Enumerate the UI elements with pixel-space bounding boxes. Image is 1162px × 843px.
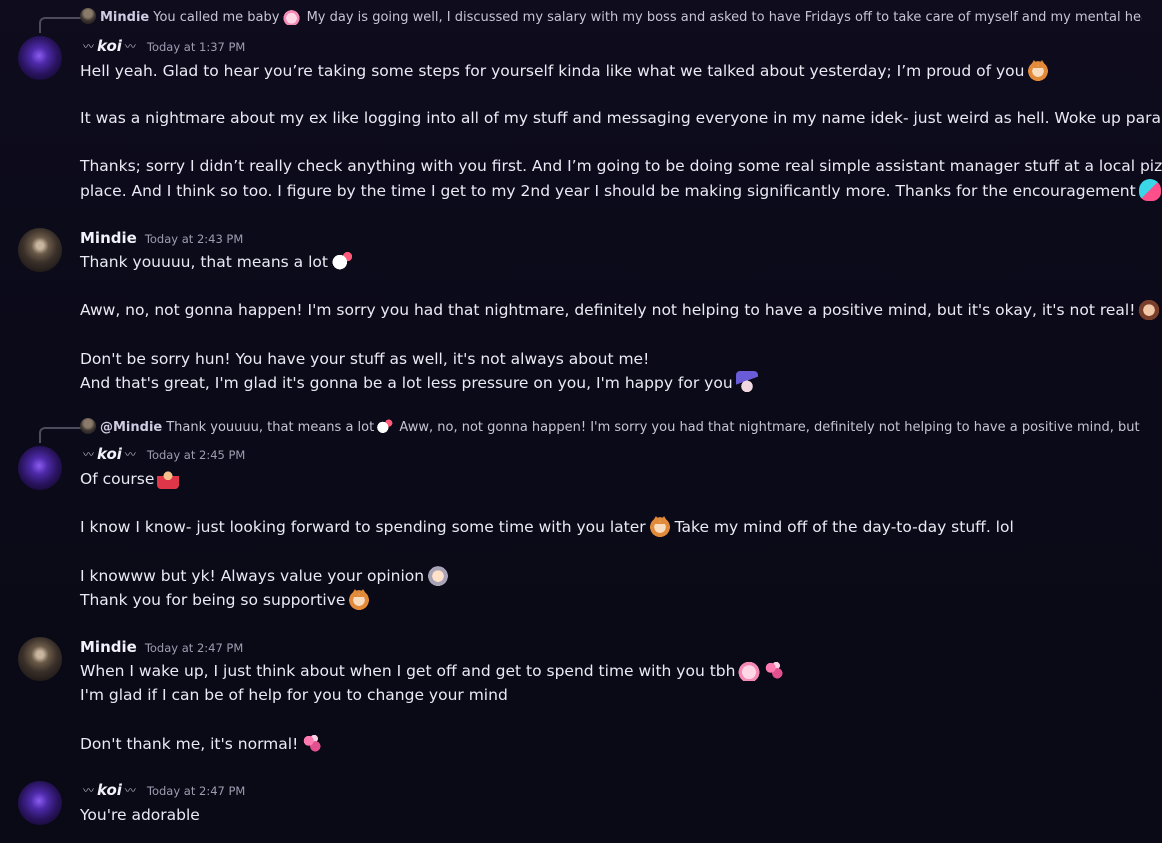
reply-avatar	[80, 8, 96, 24]
message-text: I knowww but yk! Always value your opini…	[80, 567, 425, 585]
message-line: Hell yeah. Glad to hear you’re taking so…	[80, 59, 1142, 83]
message-line: Thanks; sorry I didn’t really check anyt…	[80, 154, 1162, 178]
message-text: I know I know- just looking forward to s…	[80, 518, 646, 536]
message-text: And that's great, I'm glad it's gonna be…	[80, 374, 733, 392]
message-text: Of course	[80, 470, 155, 488]
white-heart-emoji-icon	[376, 418, 394, 435]
message-line: Don't be sorry hun! You have your stuff …	[80, 347, 1142, 371]
username-mindie[interactable]: Mindie	[80, 229, 137, 247]
message-text: Don't thank me, it's normal!	[80, 735, 299, 753]
avatar-mindie[interactable]	[18, 637, 62, 681]
message-line: When I wake up, I just think about when …	[80, 659, 1142, 683]
message-text: Don't be sorry hun! You have your stuff …	[80, 350, 650, 368]
message-text: I'm glad if I can be of help for you to …	[80, 686, 508, 704]
message-text: Take my mind off of the day-to-day stuff…	[674, 518, 1014, 536]
message-header: 〰︎ koi 〰︎ Today at 1:37 PM	[80, 35, 245, 57]
avatar-koi[interactable]	[18, 36, 62, 80]
reply-preview[interactable]: Mindie You called me baby My day is going…	[80, 8, 1142, 28]
message-text: Thank youuuu, that means a lot	[80, 253, 328, 271]
avatar-koi[interactable]	[18, 781, 62, 825]
message-line: Thank you for being so supportive	[80, 588, 1142, 612]
username-mindie[interactable]: Mindie	[80, 638, 137, 656]
reply-text: You called me baby	[153, 10, 280, 25]
message-line: I know I know- just looking forward to s…	[80, 515, 1142, 539]
message-text: When I wake up, I just think about when …	[80, 662, 736, 680]
pink-hearts-emoji-icon	[763, 659, 786, 681]
message-line: Thank youuuu, that means a lot	[80, 250, 1142, 274]
reply-text-2: Aww, no, not gonna happen! I'm sorry you…	[399, 420, 1142, 435]
message-text: Thanks; sorry I didn’t really check anyt…	[80, 157, 1162, 175]
message-text: Aww, no, not gonna happen! I'm sorry you…	[80, 301, 1136, 319]
message-line: You're adorable	[80, 803, 1142, 827]
message-text: Thank you for being so supportive	[80, 591, 346, 609]
message-header: 〰︎ koi 〰︎ Today at 2:47 PM	[80, 779, 245, 801]
red-box-emoji-icon	[157, 467, 180, 489]
chat-message-list: Mindie You called me baby My day is going…	[0, 0, 1162, 843]
feather-icon: 〰︎	[83, 784, 94, 797]
message-line: It was a nightmare about my ex like logg…	[80, 106, 1162, 130]
orange-cat-emoji-icon	[648, 515, 671, 537]
reply-preview[interactable]: @Mindie Thank youuuu, that means a lot Aw…	[80, 418, 1142, 438]
message-text: Hell yeah. Glad to hear you’re taking so…	[80, 62, 1025, 80]
pink-bunny-emoji-icon	[283, 8, 301, 25]
orange-cat-emoji-icon	[348, 588, 371, 610]
reply-text: Thank youuuu, that means a lot	[166, 420, 375, 435]
feather-icon: 〰︎	[124, 40, 136, 53]
feather-icon: 〰︎	[83, 40, 94, 53]
message-line: Don't thank me, it's normal!	[80, 732, 1142, 756]
reply-connector	[39, 427, 83, 443]
username-koi[interactable]: koi	[97, 445, 122, 463]
reply-text-2: My day is going well, I discussed my sal…	[306, 10, 1142, 25]
pink-bunny-emoji-icon	[738, 659, 761, 681]
message-header: Mindie Today at 2:47 PM	[80, 636, 243, 658]
reply-avatar	[80, 418, 96, 434]
timestamp[interactable]: Today at 1:37 PM	[147, 40, 245, 54]
message-text: You're adorable	[80, 806, 200, 824]
avatar-koi[interactable]	[18, 446, 62, 490]
white-heart-emoji-icon	[330, 250, 353, 272]
reply-author[interactable]: @Mindie	[100, 420, 162, 435]
pink-hearts-emoji-icon	[301, 732, 324, 754]
timestamp[interactable]: Today at 2:47 PM	[145, 641, 243, 655]
username-koi[interactable]: koi	[97, 781, 122, 799]
username-koi[interactable]: koi	[97, 37, 122, 55]
reply-connector	[39, 17, 83, 33]
reply-author[interactable]: Mindie	[100, 10, 149, 25]
message-header: Mindie Today at 2:43 PM	[80, 227, 243, 249]
timestamp[interactable]: Today at 2:47 PM	[147, 784, 245, 798]
message-line: And that's great, I'm glad it's gonna be…	[80, 371, 1142, 395]
brown-face-emoji-icon	[1138, 298, 1161, 320]
feather-icon: 〰︎	[83, 448, 94, 461]
message-text: It was a nightmare about my ex like logg…	[80, 109, 1162, 127]
message-line: place. And I think so too. I figure by t…	[80, 179, 1161, 203]
avatar-mindie[interactable]	[18, 228, 62, 272]
message-header: 〰︎ koi 〰︎ Today at 2:45 PM	[80, 443, 245, 465]
feather-icon: 〰︎	[124, 784, 136, 797]
cyan-heart-emoji-icon	[1138, 179, 1161, 201]
feather-icon: 〰︎	[124, 448, 136, 461]
message-text: place. And I think so too. I figure by t…	[80, 182, 1136, 200]
message-line: Of course	[80, 467, 1142, 491]
timestamp[interactable]: Today at 2:43 PM	[145, 232, 243, 246]
timestamp[interactable]: Today at 2:45 PM	[147, 448, 245, 462]
grey-cat-emoji-icon	[427, 564, 450, 586]
message-line: I knowww but yk! Always value your opini…	[80, 564, 1142, 588]
message-line: I'm glad if I can be of help for you to …	[80, 683, 1142, 707]
message-line: Aww, no, not gonna happen! I'm sorry you…	[80, 298, 1161, 322]
purple-hat-emoji-icon	[735, 371, 758, 393]
orange-cat-emoji-icon	[1027, 59, 1050, 81]
